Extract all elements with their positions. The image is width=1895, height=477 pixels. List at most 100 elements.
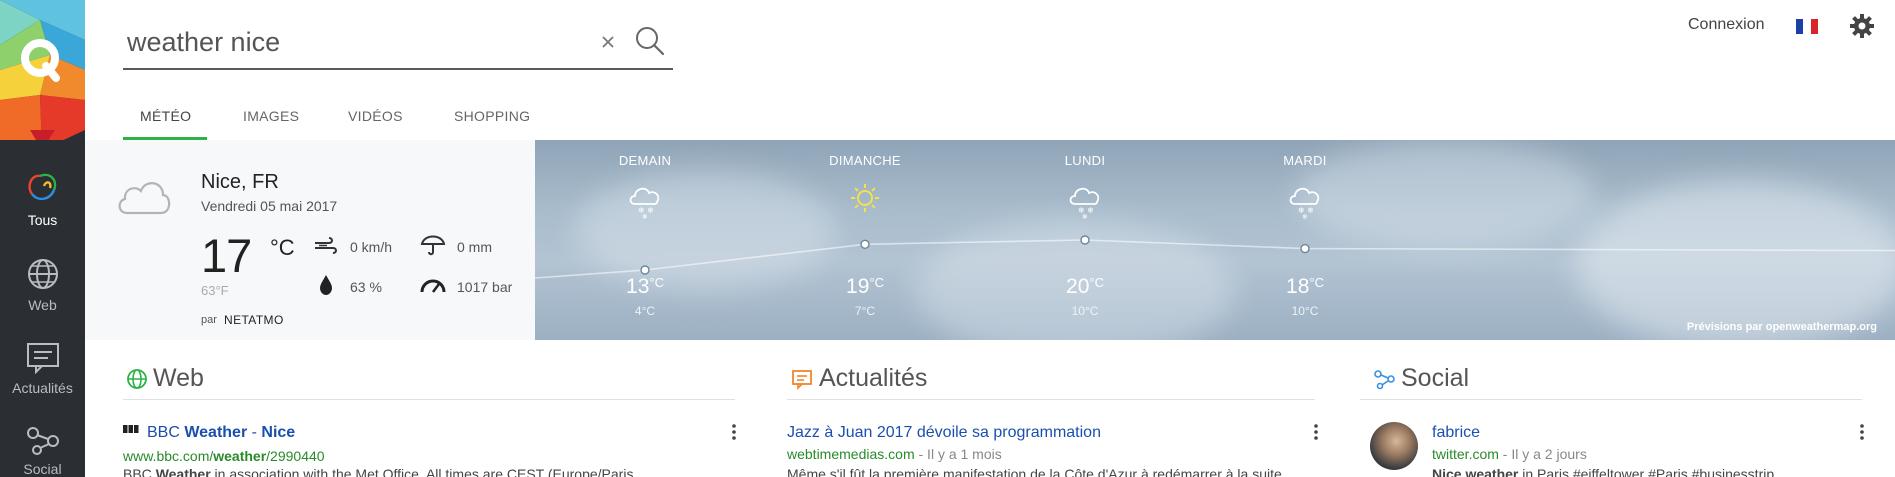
weather-date: Vendredi 05 mai 2017 [201,198,338,214]
forecast-low-temp: 4°C [634,304,656,318]
forecast-credit[interactable]: Prévisions par openweathermap.org [1687,321,1877,333]
wind-icon [315,237,337,254]
snippet-text: in Paris #eiffeltower #Paris #businesstr… [1518,466,1775,477]
forecast-low-temp: 10°C [1071,304,1099,318]
weather-city: Nice, FR [201,171,279,193]
forecast-trend-chart [535,235,1895,279]
source-netatmo[interactable]: NETATMO [224,313,284,327]
news-icon [792,370,812,390]
search-input[interactable] [127,24,587,60]
forecast-high-temp: 18°C [1286,275,1324,298]
rain-value: 0 mm [457,239,492,255]
forecast-point [640,265,650,275]
snippet-text: in association with the Met Office. All … [210,466,634,477]
section-divider [1360,399,1862,400]
result-snippet-news: Même s'il fût la première manifestation … [787,466,1282,477]
wind-value: 0 km/h [350,239,393,255]
snippet-highlight: Nice weather [1432,466,1519,477]
svg-text:❄: ❄ [1082,213,1088,220]
sidebar-item-social[interactable]: Social [0,423,85,477]
title-highlight: Weather [184,424,248,441]
forecast-point [1080,235,1090,245]
tab-images[interactable]: IMAGES [243,108,299,124]
bbc-favicon-icon [123,425,139,433]
result-time: - Il y a 1 mois [914,446,1002,462]
section-title-web: Web [153,364,204,392]
qwant-logo[interactable] [0,0,85,140]
temperature-fahrenheit: 63°F [201,283,229,298]
section-divider [123,399,735,400]
url-text: twitter.com [1432,446,1499,462]
tab-meteo[interactable]: MÉTÉO [140,108,191,124]
share-network-icon [1374,370,1395,390]
language-flag-fr-icon[interactable] [1796,19,1818,34]
section-divider [787,399,1315,400]
result-title-fabrice[interactable]: fabrice [1432,424,1480,442]
more-options-icon[interactable] [1859,423,1865,441]
result-title-jazz[interactable]: Jazz à Juan 2017 dévoile sa programmatio… [787,424,1101,442]
humidity-value: 63 % [350,279,382,295]
humidity-drop-icon [320,275,332,295]
result-title-bbc[interactable]: BBC Weather - Nice [147,424,295,442]
source-prefix: par [201,314,217,326]
forecast-panel: DEMAIN ❄ ❄ ❄ 13°C 4°C DIMANCHE 19°C 7°C LUNDI ❄ ❄… [535,140,1895,340]
umbrella-icon [420,235,446,256]
tab-videos[interactable]: VIDÉOS [348,108,403,124]
forecast-high-temp: 19°C [846,275,884,298]
title-text: - [247,424,262,441]
pressure-value: 1017 bar [457,279,513,295]
svg-text:❄: ❄ [642,213,648,220]
forecast-point [860,239,870,249]
result-time: - Il y a 2 jours [1498,446,1587,462]
forecast-day-label: DEMAIN [618,153,672,168]
result-url-bbc[interactable]: www.bbc.com/weather/2990440 [123,448,325,464]
result-url-news[interactable]: webtimemedias.com - Il y a 1 mois [787,446,1002,462]
url-text: webtimemedias.com [787,446,915,462]
cloud-icon [118,182,171,215]
news-icon [26,343,59,374]
sidebar-item-web[interactable]: Web [0,257,85,313]
sidebar-item-label: Social [23,461,62,477]
url-text: www.bbc.com/ [123,448,214,464]
more-options-icon[interactable] [1313,423,1319,441]
search-icon[interactable] [631,22,669,60]
url-text: /2990440 [266,448,325,464]
sidebar-item-label: Tous [27,212,58,228]
clear-search-icon[interactable] [594,28,622,56]
more-options-icon[interactable] [731,423,737,441]
trend-line [535,239,1895,279]
forecast-high-temp: 13°C [626,275,664,298]
result-url-twitter[interactable]: twitter.com - Il y a 2 jours [1432,446,1587,462]
globe-icon [27,259,58,289]
current-weather-panel: Nice, FR Vendredi 05 mai 2017 17 °C 63°F… [85,140,535,340]
snippet-text: BBC [123,466,156,477]
search-bar [123,14,673,70]
current-temperature: 17 [201,229,252,282]
forecast-low-temp: 10°C [1291,304,1319,318]
sidebar-item-label: Actualités [12,380,73,396]
forecast-high-temp: 20°C [1066,275,1104,298]
snow-cloud-icon: ❄ ❄❄ [1289,187,1320,220]
snow-cloud-icon: ❄ ❄❄ [629,187,660,220]
sidebar: Tous Web Actualités Social [0,0,85,477]
sidebar-item-tous[interactable]: Tous [0,168,85,228]
snippet-highlight: Weather [155,466,211,477]
sidebar-item-label: Web [28,297,57,313]
title-highlight: Nice [261,424,296,441]
title-text: BBC [147,424,185,441]
forecast-day-label: LUNDI [1064,153,1106,168]
section-title-news: Actualités [819,364,928,392]
forecast-day-label: DIMANCHE [829,153,901,168]
sun-icon [851,184,879,212]
sidebar-item-actualites[interactable]: Actualités [0,342,85,396]
result-snippet-bbc: BBC Weather in association with the Met … [123,466,683,477]
svg-text:❄: ❄ [1302,213,1308,220]
globe-icon [127,369,147,389]
pressure-gauge-icon [420,279,446,293]
gear-icon[interactable] [1849,13,1875,39]
result-snippet-social: Nice weather in Paris #eiffeltower #Pari… [1432,466,1862,477]
avatar[interactable] [1370,422,1418,470]
login-link[interactable]: Connexion [1688,16,1765,34]
snow-cloud-icon: ❄ ❄❄ [1069,187,1100,220]
tab-shopping[interactable]: SHOPPING [454,108,530,124]
